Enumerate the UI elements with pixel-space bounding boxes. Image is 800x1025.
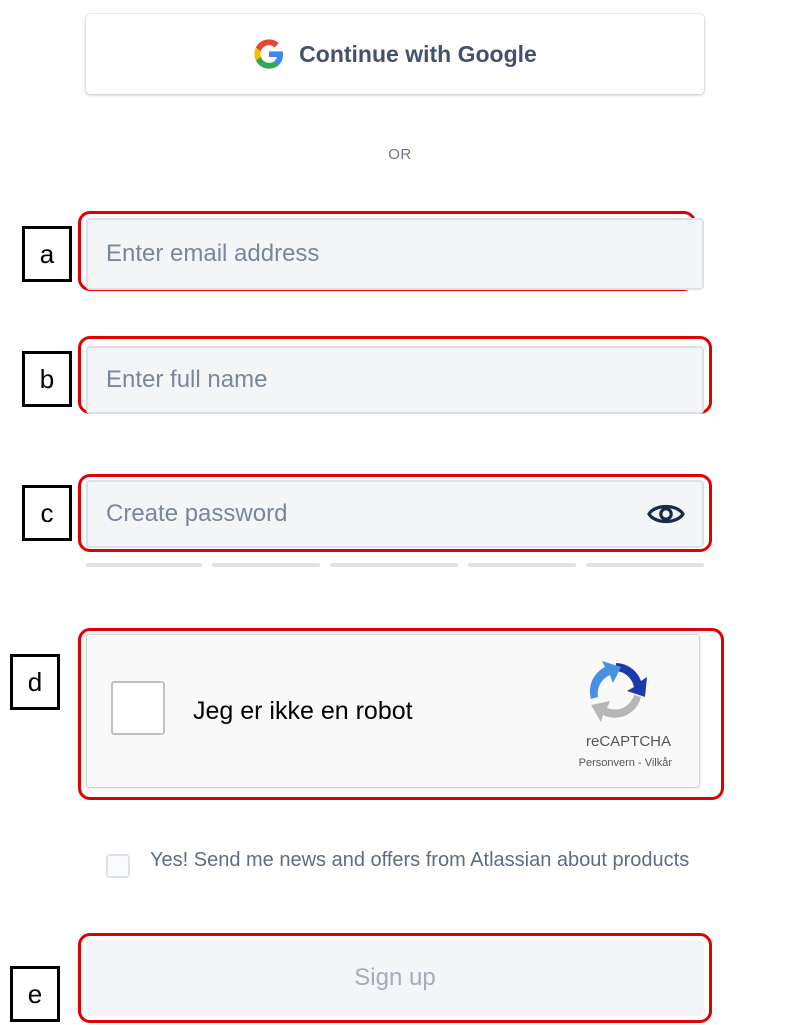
signup-form: Continue with Google OR a b c d Jeg er i…	[0, 0, 800, 1025]
full-name-input[interactable]	[104, 365, 686, 395]
recaptcha-brand: reCAPTCHA	[585, 733, 671, 750]
email-field[interactable]	[86, 218, 704, 290]
recaptcha-widget: Jeg er ikke en robot reCAPTCHA Personver…	[86, 634, 700, 788]
google-button-label: Continue with Google	[299, 40, 537, 67]
google-g-icon	[254, 39, 284, 69]
recaptcha-terms-link[interactable]: Vilkår	[645, 757, 672, 769]
recaptcha-logo-icon	[589, 661, 647, 722]
recaptcha-checkbox[interactable]	[111, 681, 165, 735]
password-strength-segment	[212, 563, 320, 567]
email-input[interactable]	[104, 239, 686, 269]
sign-up-button[interactable]: Sign up	[86, 940, 704, 1016]
password-field[interactable]	[86, 480, 704, 548]
marker-e: e	[10, 966, 60, 1022]
recaptcha-privacy-link[interactable]: Personvern	[579, 757, 635, 769]
password-strength-segment	[330, 563, 458, 567]
password-strength-segment	[586, 563, 704, 567]
eye-icon[interactable]	[646, 499, 686, 529]
password-strength-segment	[468, 563, 576, 567]
newsletter-checkbox[interactable]	[106, 854, 130, 878]
recaptcha-links: Personvern - Vilkår	[579, 757, 672, 769]
marker-a: a	[22, 226, 72, 282]
recaptcha-label: Jeg er ikke en robot	[193, 697, 413, 725]
full-name-field[interactable]	[86, 346, 704, 414]
newsletter-label: Yes! Send me news and offers from Atlass…	[150, 849, 690, 871]
recaptcha-link-separator: -	[634, 757, 645, 769]
or-divider: OR	[388, 146, 412, 163]
marker-b: b	[22, 351, 72, 407]
marker-d: d	[10, 654, 60, 710]
continue-with-google-button[interactable]: Continue with Google	[86, 14, 704, 94]
password-strength-segment	[86, 563, 202, 567]
marker-c: c	[22, 485, 72, 541]
password-input[interactable]	[104, 499, 646, 529]
